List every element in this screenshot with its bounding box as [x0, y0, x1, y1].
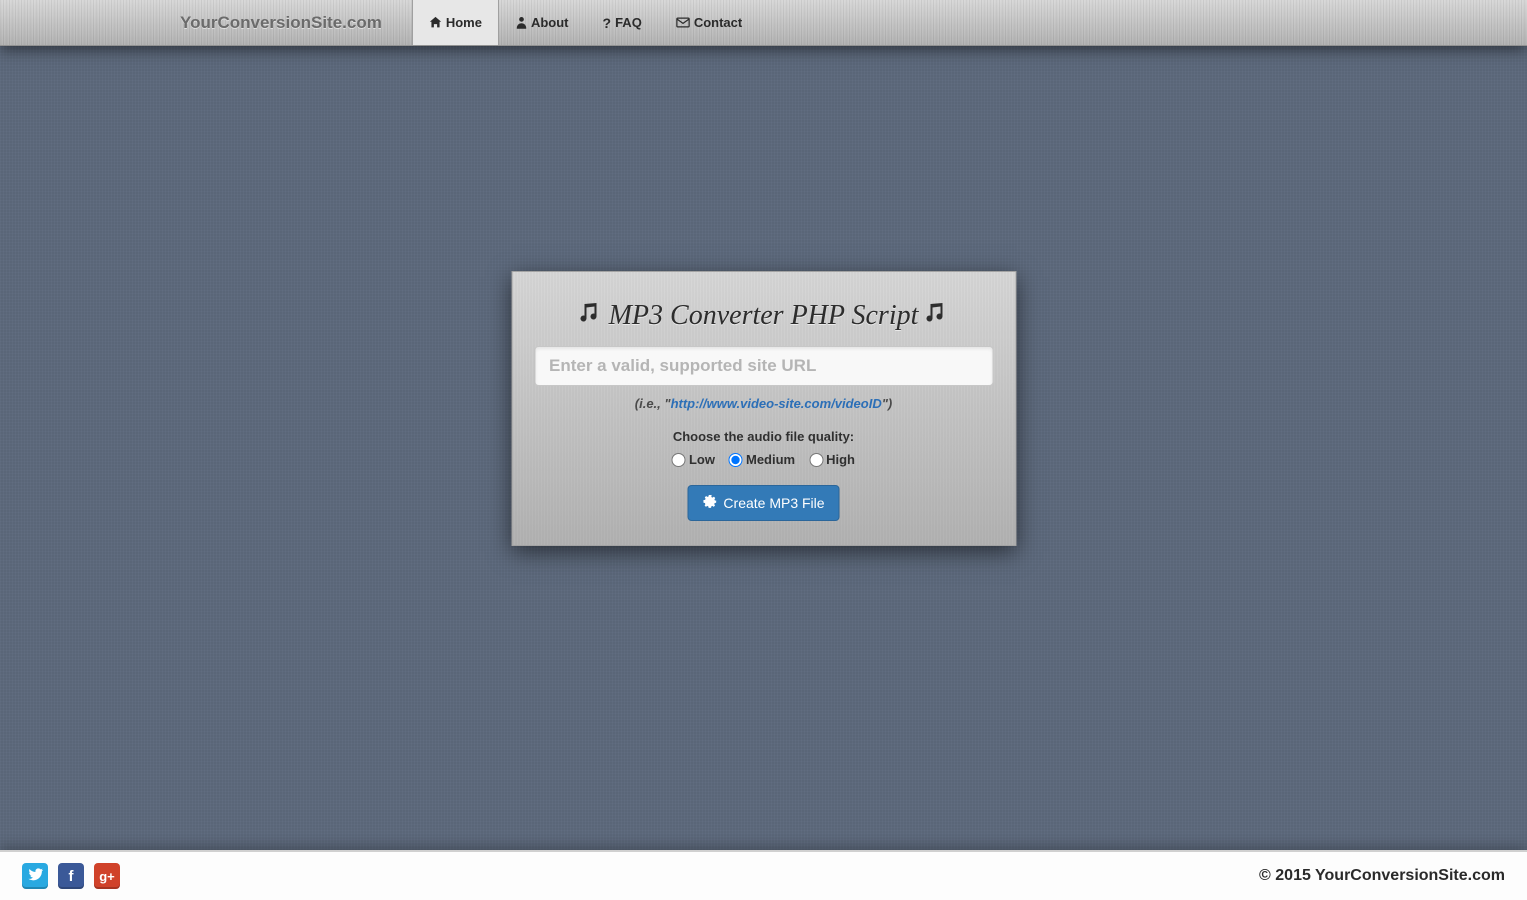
quality-radio-high[interactable]: High — [809, 452, 855, 467]
nav-faq-label: FAQ — [615, 15, 642, 30]
quality-radio-low[interactable]: Low — [672, 452, 715, 467]
page-body: MP3 Converter PHP Script (i.e., "http://… — [0, 46, 1527, 850]
create-mp3-button[interactable]: Create MP3 File — [687, 485, 839, 521]
footer: f g+ © 2015 YourConversionSite.com — [0, 850, 1527, 900]
social-links: f g+ — [22, 863, 120, 889]
googleplus-link[interactable]: g+ — [94, 863, 120, 889]
envelope-icon — [676, 17, 690, 28]
nav-menu: Home About ? FAQ Contact — [412, 0, 759, 45]
question-icon: ? — [603, 15, 612, 31]
nav-contact-label: Contact — [694, 15, 742, 30]
nav-home[interactable]: Home — [412, 0, 499, 45]
quality-medium-label: Medium — [746, 452, 795, 467]
quality-radio-group: Low Medium High — [534, 452, 993, 467]
hint-prefix: (i.e., " — [635, 396, 671, 411]
quality-radio-high-input[interactable] — [809, 453, 823, 467]
card-title-text: MP3 Converter PHP Script — [609, 300, 919, 332]
nav-faq[interactable]: ? FAQ — [586, 0, 659, 45]
person-icon — [516, 16, 527, 29]
home-icon — [429, 16, 442, 29]
twitter-icon — [28, 868, 43, 885]
music-note-icon — [926, 300, 946, 332]
card-title: MP3 Converter PHP Script — [534, 300, 993, 332]
quality-radio-medium-input[interactable] — [729, 453, 743, 467]
facebook-icon: f — [69, 868, 74, 885]
quality-radio-low-input[interactable] — [672, 453, 686, 467]
quality-label: Choose the audio file quality: — [534, 429, 993, 444]
nav-about-label: About — [531, 15, 569, 30]
nav-home-label: Home — [446, 15, 482, 30]
facebook-link[interactable]: f — [58, 863, 84, 889]
hint-suffix: ") — [882, 396, 893, 411]
url-input[interactable] — [534, 346, 993, 386]
brand-title: YourConversionSite.com — [180, 13, 382, 33]
top-navbar: YourConversionSite.com Home About ? FAQ … — [0, 0, 1527, 46]
quality-low-label: Low — [689, 452, 715, 467]
converter-card: MP3 Converter PHP Script (i.e., "http://… — [511, 271, 1016, 546]
quality-radio-medium[interactable]: Medium — [729, 452, 795, 467]
url-hint: (i.e., "http://www.video-site.com/videoI… — [534, 396, 993, 411]
create-button-label: Create MP3 File — [723, 495, 824, 511]
gears-icon — [702, 494, 717, 512]
twitter-link[interactable] — [22, 863, 48, 889]
music-note-icon — [581, 300, 601, 332]
hint-example-link[interactable]: http://www.video-site.com/videoID — [671, 396, 882, 411]
googleplus-icon: g+ — [99, 869, 115, 884]
quality-high-label: High — [826, 452, 855, 467]
nav-about[interactable]: About — [499, 0, 586, 45]
nav-contact[interactable]: Contact — [659, 0, 759, 45]
copyright-text: © 2015 YourConversionSite.com — [1259, 867, 1505, 885]
